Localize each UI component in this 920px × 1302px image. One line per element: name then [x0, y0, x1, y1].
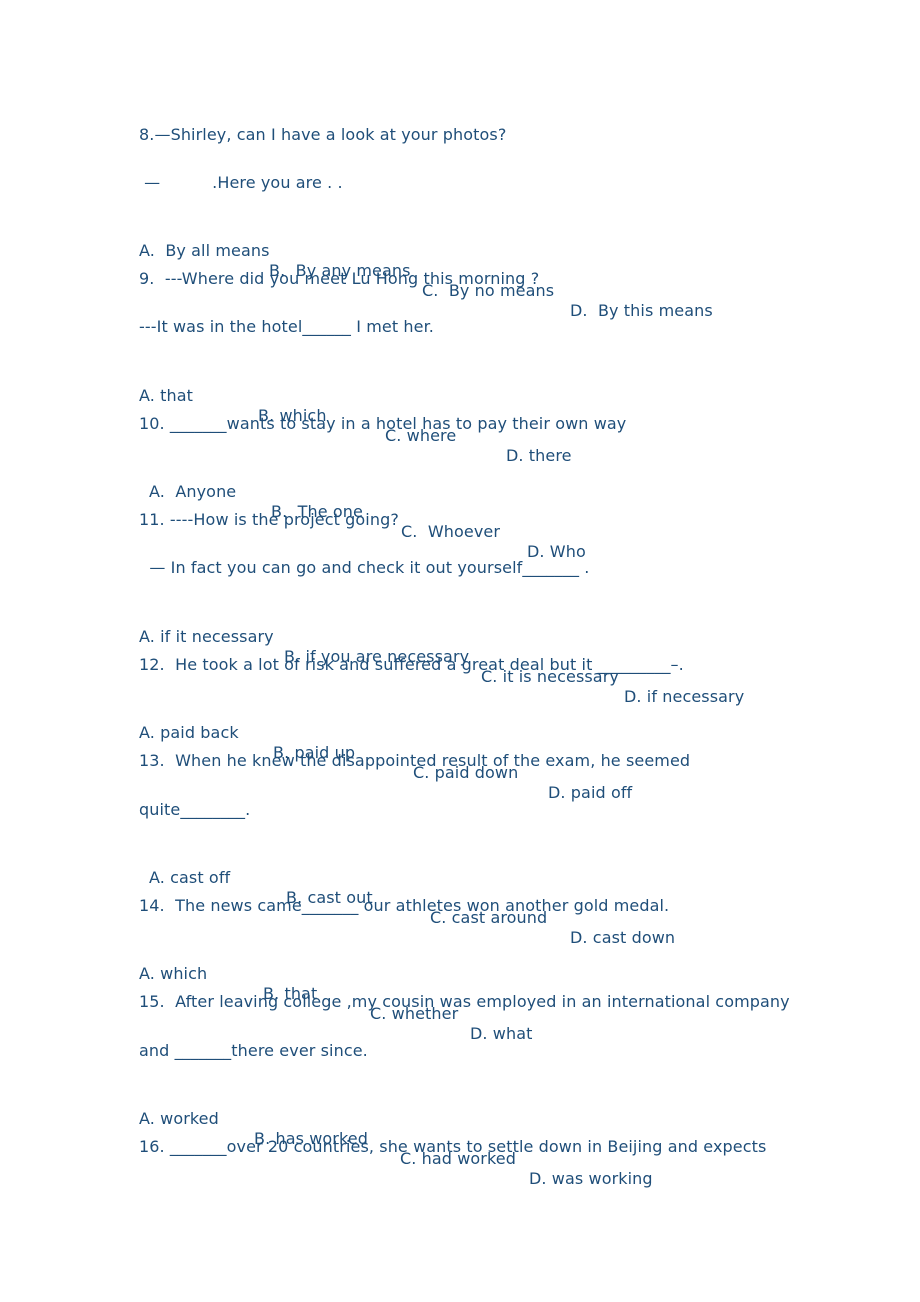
question-8-stem: 8.—Shirley, can I have a look at your ph…: [139, 125, 507, 144]
question-14-options: A. which B. that C. whether D. what: [139, 944, 532, 1043]
option-d: D. cast down: [570, 928, 676, 947]
question-9-stem: 9. ---Where did you meet Lu Hong this mo…: [139, 269, 540, 288]
question-13-options: A. cast off B. cast out C. cast around D…: [139, 848, 675, 947]
option-d: D. By this means: [570, 301, 713, 320]
question-8-response: — .Here you are . .: [139, 173, 343, 192]
question-13-stem-cont: quite________.: [139, 800, 251, 819]
question-11-stem: 11. ----How is the project going?: [139, 510, 399, 529]
question-16-stem: 16. _______over 20 countries, she wants …: [139, 1137, 767, 1156]
question-9-response: ---It was in the hotel______ I met her.: [139, 317, 434, 336]
option-d: D. paid off: [548, 783, 633, 802]
option-d: D. if necessary: [624, 687, 745, 706]
option-a: A. that: [139, 386, 194, 405]
question-11-options: A. if it necessary B. if you are necessa…: [139, 607, 744, 706]
option-d: D. what: [470, 1024, 533, 1043]
question-10-stem: 10. _______wants to stay in a hotel has …: [139, 414, 627, 433]
question-8-options: A. By all means B. By any means C. By no…: [139, 221, 713, 320]
option-a: A. paid back: [139, 723, 239, 742]
question-12-options: A. paid back B. paid up C. paid down D. …: [139, 703, 632, 802]
option-d: D. was working: [529, 1169, 653, 1188]
question-15-stem: 15. After leaving college ,my cousin was…: [139, 992, 790, 1011]
option-c: C. Whoever: [401, 522, 501, 541]
option-a: A. cast off: [149, 868, 231, 887]
document-page: 8.—Shirley, can I have a look at your ph…: [0, 0, 920, 1302]
option-a: A. worked: [139, 1109, 219, 1128]
question-13-stem: 13. When he knew the disappointed result…: [139, 751, 691, 770]
option-a: A. Anyone: [149, 482, 237, 501]
question-15-stem-cont: and _______there ever since.: [139, 1041, 368, 1060]
option-a: A. By all means: [139, 241, 270, 260]
question-15-options: A. worked B. has worked C. had worked D.…: [139, 1089, 653, 1188]
question-10-options: A. Anyone B. The one C. Whoever D. Who: [139, 462, 586, 561]
option-a: A. which: [139, 964, 208, 983]
option-a: A. if it necessary: [139, 627, 274, 646]
question-9-options: A. that B. which C. where D. there: [139, 366, 572, 465]
question-11-response: — In fact you can go and check it out yo…: [139, 558, 590, 577]
question-14-stem: 14. The news came_______ our athletes wo…: [139, 896, 670, 915]
question-12-stem: 12. He took a lot of risk and suffered a…: [139, 655, 684, 674]
option-d: D. there: [506, 446, 572, 465]
